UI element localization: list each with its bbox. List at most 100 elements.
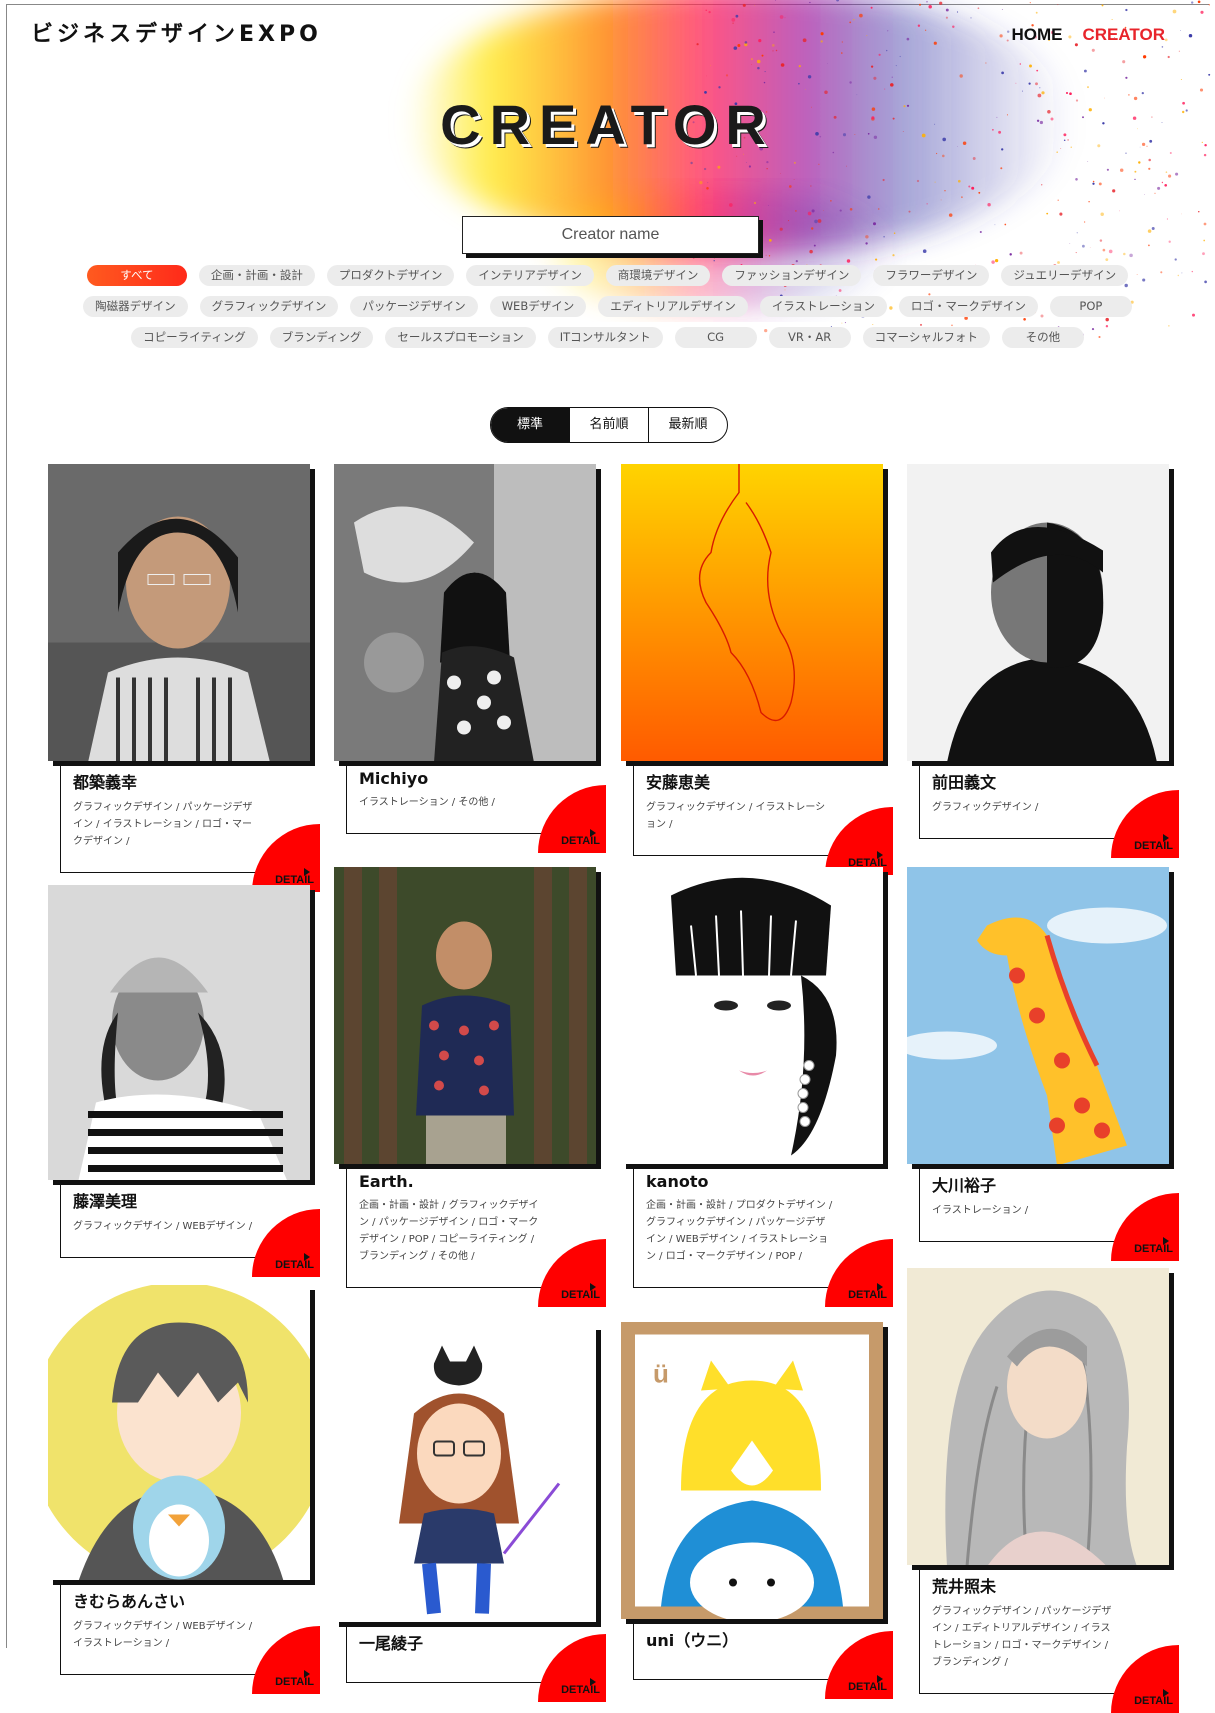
site-logo[interactable]: ビジネスデザインEXPO — [31, 16, 322, 48]
creator-photo[interactable] — [48, 1285, 310, 1580]
man-glasses-photo — [48, 464, 310, 761]
creator-card[interactable]: 安藤恵美 グラフィックデザイン / イラストレーション / DETAIL — [621, 464, 893, 875]
creator-photo[interactable] — [334, 464, 596, 761]
sort-toggle: 標準 名前順 最新順 — [490, 407, 728, 443]
giraffe-painting — [907, 867, 1169, 1164]
sort-name-button[interactable]: 名前順 — [569, 408, 648, 442]
woman-illustration — [621, 867, 883, 1164]
creator-card[interactable]: 大川裕子 イラストレーション / DETAIL — [907, 867, 1179, 1261]
category-tag[interactable]: イラストレーション — [759, 296, 887, 317]
svg-text:ü: ü — [653, 1359, 669, 1389]
creator-info: 安藤恵美 グラフィックデザイン / イラストレーション / DETAIL — [633, 761, 893, 875]
category-tag[interactable]: グラフィックデザイン — [199, 296, 339, 317]
page-title: CREATOR — [440, 93, 775, 156]
category-tag[interactable]: プロダクトデザイン — [326, 265, 455, 286]
main-nav: HOME CREATOR — [1012, 25, 1166, 45]
tag-row-1: すべて 企画・計画・設計 プロダクトデザイン インテリアデザイン 商環境デザイン ファッシ… — [0, 265, 1215, 286]
creator-info: 藤澤美理 グラフィックデザイン / WEBデザイン / DETAIL — [60, 1180, 320, 1277]
tag-row-3: コピーライティング ブランディング セールスプロモーション ITコンサルタント CG VR… — [0, 327, 1215, 348]
creator-name[interactable]: 前田義文 — [932, 769, 1169, 793]
category-tag[interactable]: POP — [1049, 296, 1132, 317]
category-tag[interactable]: セールスプロモーション — [385, 327, 536, 348]
creator-info: 荒井照未 グラフィックデザイン / パッケージデザイン / エディトリアルデザイン… — [919, 1565, 1179, 1713]
creator-card[interactable]: 一尾綾子 DETAIL — [334, 1325, 606, 1702]
creator-card[interactable]: kanoto 企画・計画・設計 / プロダクトデザイン / グラフィックデザイン … — [621, 867, 893, 1307]
category-tag[interactable]: コピーライティング — [131, 327, 258, 348]
creator-photo[interactable] — [621, 464, 883, 761]
category-tag[interactable]: ファッションデザイン — [722, 265, 862, 286]
creator-info: 都築義幸 グラフィックデザイン / パッケージデザイン / イラストレーション /… — [60, 761, 320, 892]
creator-card[interactable]: 荒井照未 グラフィックデザイン / パッケージデザイン / エディトリアルデザイン… — [907, 1268, 1179, 1713]
creator-card[interactable]: ü uni（ウニ） DETAIL — [621, 1322, 893, 1699]
splash-dot — [1197, 0, 1201, 4]
category-tag[interactable]: すべて — [86, 265, 187, 286]
man-forest-photo — [334, 867, 596, 1164]
category-tag[interactable]: ジュエリーデザイン — [1001, 265, 1129, 286]
creator-name[interactable]: 藤澤美理 — [73, 1188, 310, 1212]
sort-standard-button[interactable]: 標準 — [491, 408, 569, 442]
creator-photo[interactable] — [334, 867, 596, 1164]
tag-row-2: 陶磁器デザイン グラフィックデザイン パッケージデザイン WEBデザイン エディトリアル… — [0, 296, 1215, 317]
orange-line-art — [621, 464, 883, 761]
creator-info: Michiyo イラストレーション / その他 / DETAIL — [346, 761, 606, 853]
nav-creator-link[interactable]: CREATOR — [1083, 25, 1166, 45]
boy-penguin-illustration — [48, 1285, 310, 1580]
splash-dot — [1029, 2, 1031, 4]
creator-photo[interactable] — [621, 867, 883, 1164]
creator-card[interactable]: きむらあんさい グラフィックデザイン / WEBデザイン / イラストレーション … — [48, 1285, 320, 1694]
creator-photo[interactable]: ü — [621, 1322, 883, 1619]
creator-photo[interactable] — [48, 464, 310, 761]
creator-card[interactable]: 都築義幸 グラフィックデザイン / パッケージデザイン / イラストレーション /… — [48, 464, 320, 892]
category-tag[interactable]: 陶磁器デザイン — [83, 296, 188, 317]
man-bw-portrait — [907, 464, 1169, 761]
category-tag[interactable]: 企画・計画・設計 — [198, 265, 315, 286]
creator-card[interactable]: 前田義文 グラフィックデザイン / DETAIL — [907, 464, 1179, 858]
watercolor-woman — [907, 1268, 1169, 1565]
creator-photo[interactable] — [334, 1325, 596, 1622]
category-tag[interactable]: WEBデザイン — [489, 296, 587, 317]
creator-info: Earth. 企画・計画・設計 / グラフィックデザイン / パッケージデザイン … — [346, 1164, 606, 1307]
category-tag[interactable]: インテリアデザイン — [466, 265, 594, 286]
creator-info: uni（ウニ） DETAIL — [633, 1619, 893, 1699]
category-tag[interactable]: VR・AR — [768, 327, 851, 348]
creator-name[interactable]: Michiyo — [359, 769, 596, 788]
category-tag[interactable]: CG — [674, 327, 757, 348]
splash-dot — [775, 0, 777, 1]
creator-card[interactable]: 藤澤美理 グラフィックデザイン / WEBデザイン / DETAIL — [48, 885, 320, 1277]
splash-dot — [809, 1, 811, 4]
sort-newest-button[interactable]: 最新順 — [648, 408, 727, 442]
creator-info: 前田義文 グラフィックデザイン / DETAIL — [919, 761, 1179, 858]
category-tag[interactable]: ITコンサルタント — [547, 327, 663, 348]
creator-photo[interactable] — [907, 867, 1169, 1164]
nav-home-link[interactable]: HOME — [1012, 25, 1063, 45]
category-tag[interactable]: エディトリアルデザイン — [598, 296, 748, 317]
creator-photo[interactable] — [907, 464, 1169, 761]
creator-photo[interactable] — [48, 885, 310, 1180]
creator-name[interactable]: 都築義幸 — [73, 769, 310, 793]
creator-card[interactable]: Michiyo イラストレーション / その他 / DETAIL — [334, 464, 606, 853]
splash-dot — [836, 0, 840, 2]
category-tag[interactable]: フラワーデザイン — [873, 265, 990, 286]
creator-name[interactable]: Earth. — [359, 1172, 596, 1191]
search-box — [462, 216, 763, 258]
creator-name[interactable]: きむらあんさい — [73, 1588, 310, 1612]
category-tag[interactable]: コマーシャルフォト — [862, 327, 990, 348]
creator-info: 大川裕子 イラストレーション / DETAIL — [919, 1164, 1179, 1261]
creator-name[interactable]: 安藤恵美 — [646, 769, 883, 793]
creator-name[interactable]: 荒井照未 — [932, 1573, 1169, 1597]
woman-cat-illustration — [334, 1325, 596, 1622]
creator-card[interactable]: Earth. 企画・計画・設計 / グラフィックデザイン / パッケージデザイン … — [334, 867, 606, 1307]
creator-info: きむらあんさい グラフィックデザイン / WEBデザイン / イラストレーション … — [60, 1580, 320, 1694]
creator-name[interactable]: 大川裕子 — [932, 1172, 1169, 1196]
category-tag[interactable]: 商環境デザイン — [605, 265, 711, 286]
creator-photo[interactable] — [907, 1268, 1169, 1565]
category-tag[interactable]: ロゴ・マークデザイン — [898, 296, 1038, 317]
woman-artwork-photo — [334, 464, 596, 761]
category-tag[interactable]: ブランディング — [269, 327, 374, 348]
woman-knit-hat-photo — [48, 885, 310, 1180]
creator-info: 一尾綾子 DETAIL — [346, 1622, 606, 1702]
category-tag[interactable]: パッケージデザイン — [350, 296, 478, 317]
category-tag[interactable]: その他 — [1001, 327, 1084, 348]
creator-search-input[interactable] — [462, 216, 759, 254]
creator-name[interactable]: kanoto — [646, 1172, 883, 1191]
